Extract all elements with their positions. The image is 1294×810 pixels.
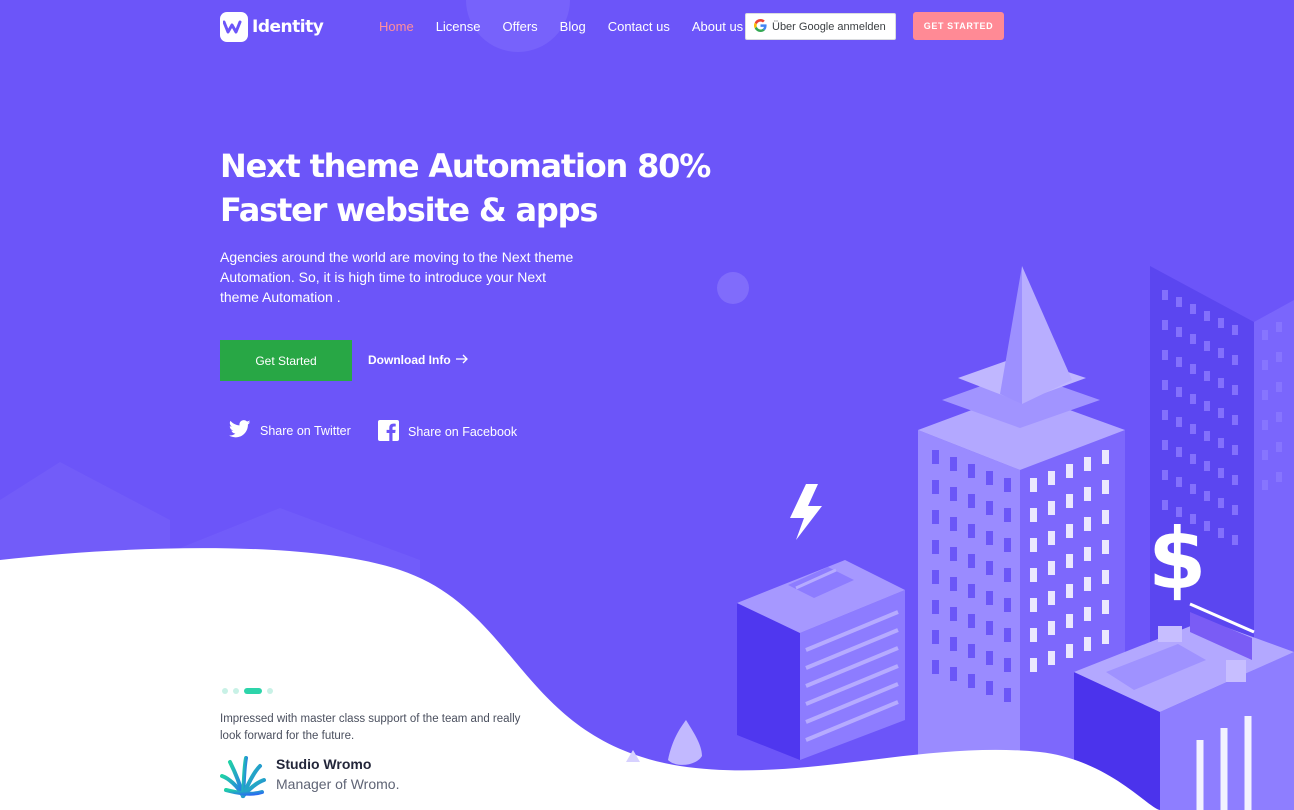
hero-background: $ bbox=[0, 0, 1294, 810]
author-role: Manager of Wromo. bbox=[276, 776, 400, 792]
svg-text:$: $ bbox=[1148, 510, 1206, 608]
testimonial-author: Studio Wromo Manager of Wromo. bbox=[220, 756, 399, 805]
hero-subtitle: Agencies around the world are moving to … bbox=[220, 249, 574, 305]
brand-logo[interactable]: Identity bbox=[220, 12, 324, 42]
share-twitter-link[interactable]: Share on Twitter bbox=[228, 420, 351, 441]
share-twitter-label: Share on Twitter bbox=[260, 423, 351, 438]
wave-logo-icon bbox=[220, 12, 248, 42]
nav-item-home[interactable]: Home bbox=[379, 19, 414, 34]
nav-item-about[interactable]: About us bbox=[692, 19, 743, 34]
google-signin-label: Über Google anmelden bbox=[772, 20, 886, 33]
company-logo-icon bbox=[220, 756, 266, 805]
share-facebook-label: Share on Facebook bbox=[408, 425, 518, 439]
main-nav: Home License Offers Blog Contact us Abou… bbox=[379, 19, 765, 34]
get-started-button[interactable]: Get Started bbox=[220, 340, 352, 381]
twitter-icon bbox=[228, 420, 251, 441]
testimonial-quote: Impressed with master class support of t… bbox=[220, 713, 521, 742]
slider-dot[interactable] bbox=[267, 688, 273, 694]
download-info-label: Download Info bbox=[368, 353, 451, 367]
google-icon bbox=[754, 18, 767, 35]
hero-title-line2: Faster website & apps bbox=[220, 191, 598, 229]
get-started-nav-button[interactable]: GET STARTED bbox=[913, 12, 1004, 40]
slider-dot[interactable] bbox=[222, 688, 228, 694]
share-facebook-link[interactable]: Share on Facebook bbox=[378, 420, 517, 444]
nav-item-contact[interactable]: Contact us bbox=[608, 19, 670, 34]
nav-item-offers[interactable]: Offers bbox=[503, 19, 538, 34]
author-info: Studio Wromo Manager of Wromo. bbox=[276, 756, 399, 792]
brand-name: Identity bbox=[252, 17, 324, 37]
arrow-right-icon bbox=[455, 353, 469, 367]
slider-dot-active[interactable] bbox=[244, 688, 262, 694]
author-name: Studio Wromo bbox=[276, 756, 372, 772]
testimonial-pagination bbox=[222, 688, 273, 694]
google-signin-button[interactable]: Über Google anmelden bbox=[745, 13, 896, 40]
hero-title-line1: Next theme Automation 80% bbox=[220, 147, 711, 185]
nav-item-blog[interactable]: Blog bbox=[560, 19, 586, 34]
nav-item-license[interactable]: License bbox=[436, 19, 481, 34]
slider-dot[interactable] bbox=[233, 688, 239, 694]
facebook-icon bbox=[378, 420, 399, 444]
download-info-link[interactable]: Download Info bbox=[368, 353, 469, 367]
hero-title: Next theme Automation 80% Faster website… bbox=[220, 144, 740, 232]
